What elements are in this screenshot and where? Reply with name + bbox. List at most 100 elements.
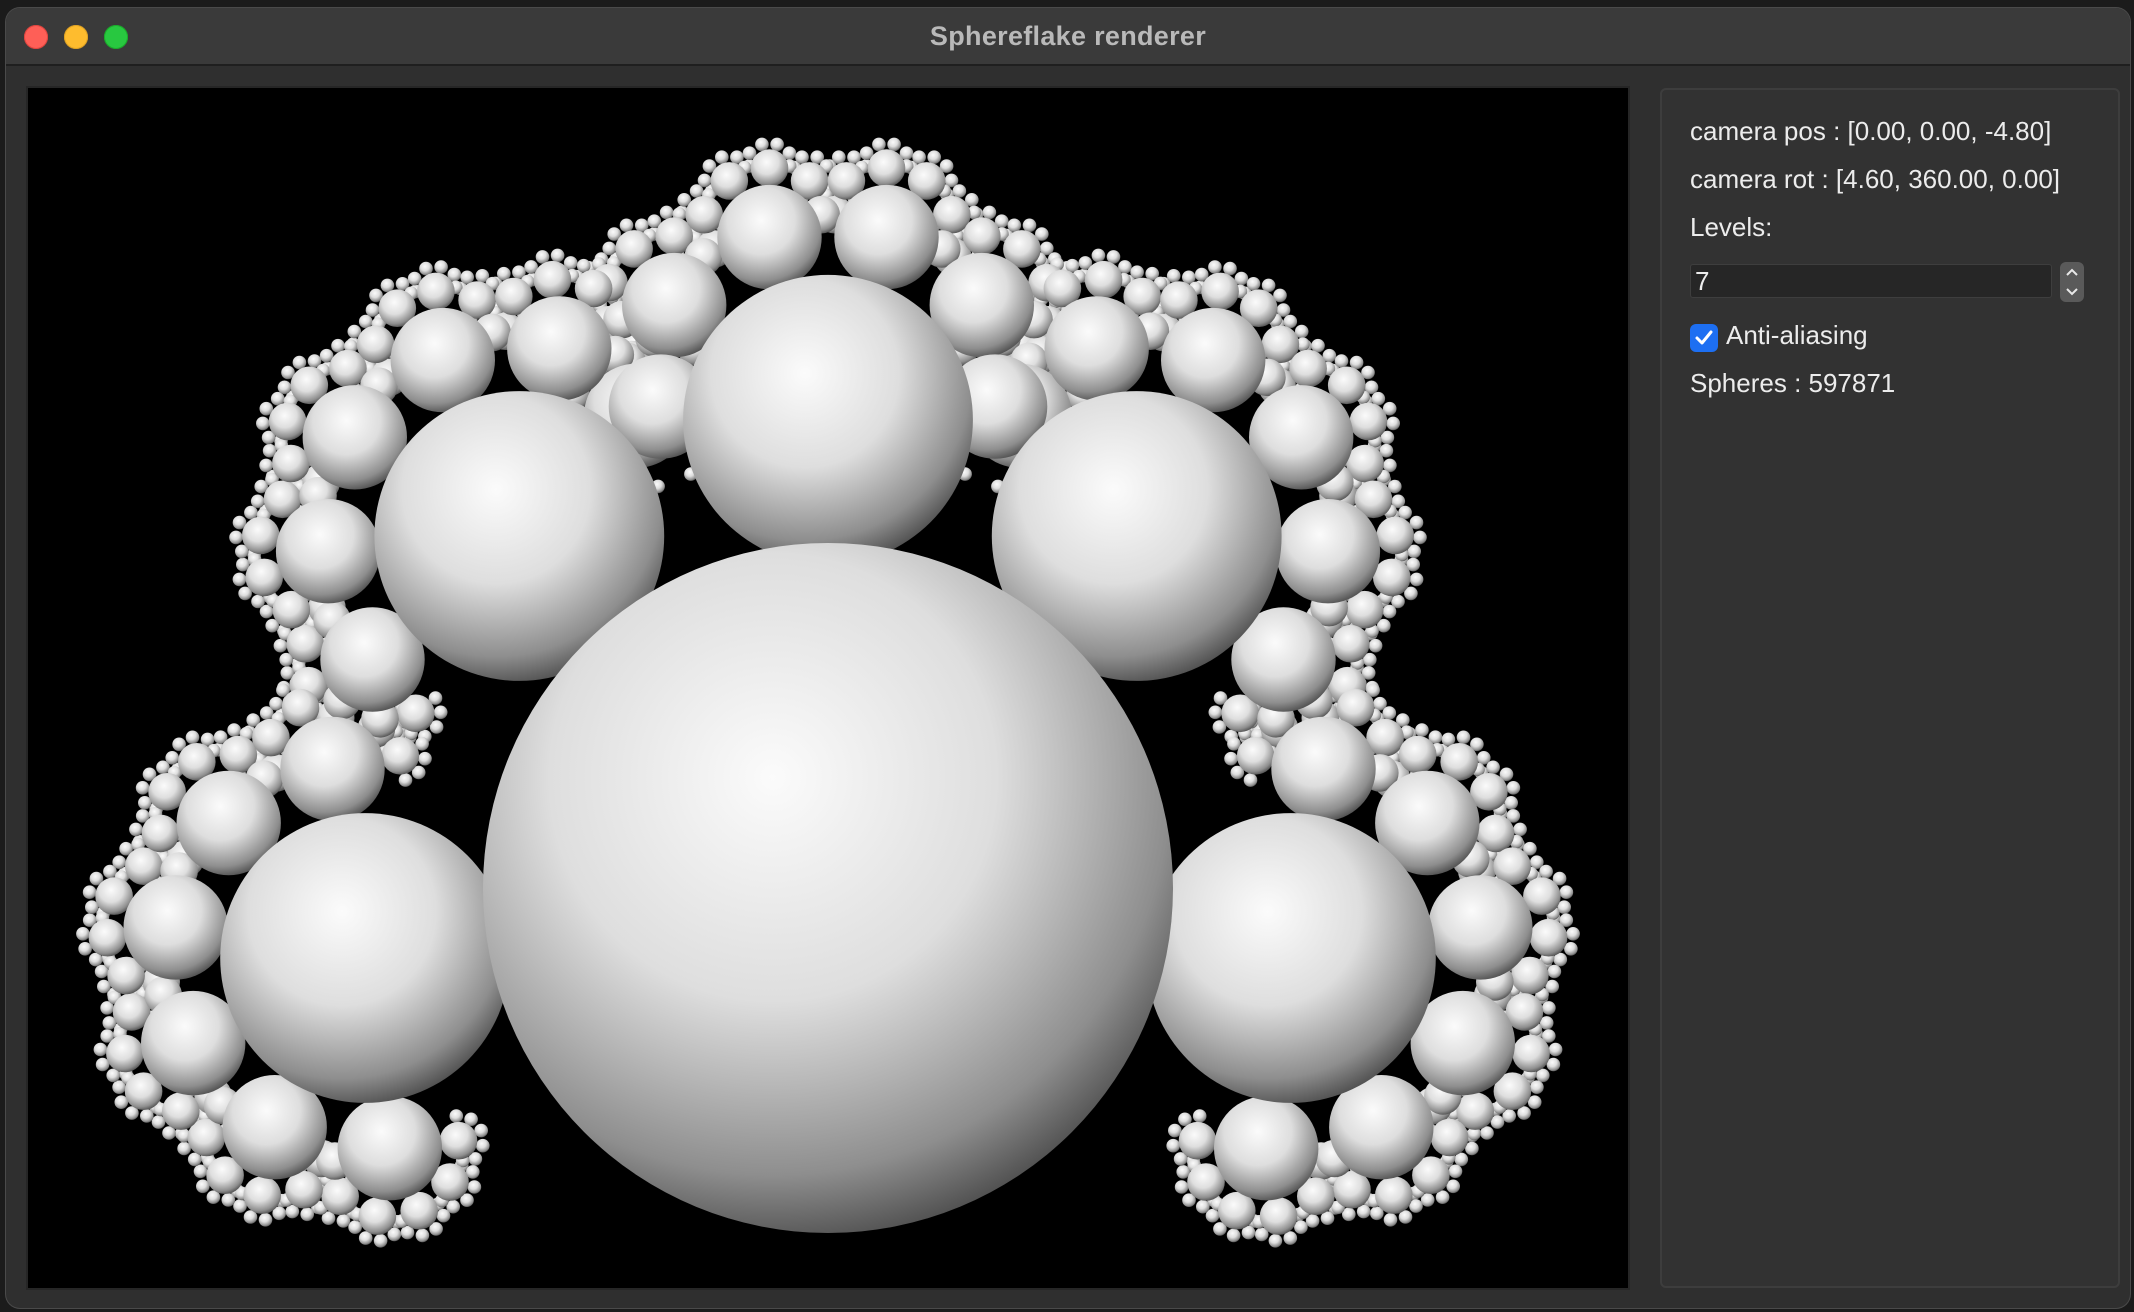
camera-rot-label: camera rot : [4.60, 360.00, 0.00] (1690, 164, 2061, 194)
sphere (963, 217, 1001, 255)
sphere (467, 1180, 482, 1194)
sphere (685, 195, 723, 234)
sphere (602, 241, 616, 256)
sphere (1506, 781, 1521, 795)
sphere (750, 149, 789, 187)
sphere (1382, 604, 1397, 619)
sphere (269, 696, 283, 711)
sphere (1271, 716, 1376, 822)
sphere (251, 594, 265, 609)
sphere (358, 1197, 397, 1235)
sphere (415, 1228, 430, 1243)
sphere (717, 184, 822, 290)
sphere (507, 296, 612, 401)
sphere (76, 927, 90, 941)
sphere (715, 150, 729, 164)
sphere (398, 773, 413, 787)
sphere (449, 1109, 464, 1123)
sphere (1334, 354, 1349, 368)
sphere (887, 137, 901, 152)
sphere (1166, 1138, 1180, 1153)
sphere (165, 751, 179, 765)
sphere (1398, 735, 1437, 774)
sphere (258, 1213, 273, 1227)
render-viewport[interactable] (28, 88, 1628, 1288)
sphere (1539, 864, 1553, 879)
sphere (1130, 265, 1144, 279)
sphere (280, 716, 385, 822)
sphere (1349, 402, 1388, 441)
sphere (1430, 1118, 1469, 1157)
sphere (227, 723, 241, 737)
sphereflake-render (28, 88, 1628, 1288)
sphere (867, 149, 906, 187)
sphere (93, 1042, 108, 1057)
sphere (1376, 516, 1414, 555)
sphere (245, 558, 283, 597)
window-title: Sphereflake renderer (929, 21, 1207, 51)
sphere (1547, 964, 1562, 979)
antialiasing-label[interactable]: Anti-aliasing (1726, 320, 1868, 351)
app-window: Sphereflake renderer camera pos : [0.00,… (6, 8, 2130, 1308)
sphere (619, 218, 634, 233)
sphere (1382, 706, 1397, 720)
sphere (1243, 773, 1258, 787)
sphere (1208, 705, 1223, 720)
levels-spinbox-arrows[interactable] (2060, 262, 2084, 302)
chevron-down-icon[interactable] (2060, 282, 2084, 302)
sphere (1226, 1228, 1241, 1243)
sphere (982, 205, 997, 220)
sphere (106, 1034, 144, 1073)
sphere (1566, 927, 1580, 941)
sphere (436, 1208, 451, 1223)
sphere (434, 260, 448, 274)
levels-spinbox-input[interactable]: 7 (1690, 264, 2052, 298)
sphere (1512, 1034, 1550, 1073)
sphere (220, 813, 510, 1103)
levels-label: Levels: (1690, 212, 1773, 242)
sphere (550, 248, 565, 263)
sphere (277, 380, 292, 395)
sphere (476, 1138, 490, 1153)
sphere (1201, 272, 1239, 311)
sphere (755, 137, 769, 152)
sphere (162, 1092, 200, 1130)
sphere (1375, 1176, 1413, 1214)
sphere (1146, 813, 1436, 1103)
sphere (1448, 1164, 1463, 1179)
sphere (1548, 1042, 1563, 1057)
sphere (834, 184, 939, 290)
sphere (259, 458, 273, 473)
sphere (1386, 416, 1400, 431)
sphere (872, 137, 886, 152)
sphere (1368, 638, 1383, 653)
sphere (1542, 1001, 1556, 1015)
sphere (1224, 751, 1238, 766)
sphere (1208, 260, 1222, 274)
sphere (1373, 558, 1411, 597)
controls-panel: camera pos : [0.00, 0.00, -4.80] camera … (1660, 88, 2120, 1288)
sphere (141, 814, 180, 853)
sphere (483, 543, 1173, 1233)
sphere (337, 1096, 442, 1201)
sphere (1091, 248, 1106, 263)
sphere (82, 885, 97, 899)
sphere (300, 1207, 315, 1222)
sphere (433, 705, 448, 720)
sphere (135, 781, 150, 795)
sphere (927, 150, 941, 164)
checkmark-icon (1695, 330, 1713, 345)
chevron-up-icon[interactable] (2060, 262, 2084, 282)
sphere (1513, 822, 1527, 837)
sphere (1332, 624, 1370, 663)
sphere (1246, 277, 1261, 291)
sphere (1383, 1213, 1398, 1227)
sphere (439, 1121, 478, 1160)
antialiasing-checkbox[interactable] (1690, 324, 1718, 352)
sphere (250, 494, 265, 509)
sphere (466, 1165, 480, 1179)
sphere (1413, 530, 1427, 545)
title-bar[interactable]: Sphereflake renderer (6, 8, 2130, 66)
sphere (1236, 737, 1275, 775)
sphere (683, 274, 973, 565)
